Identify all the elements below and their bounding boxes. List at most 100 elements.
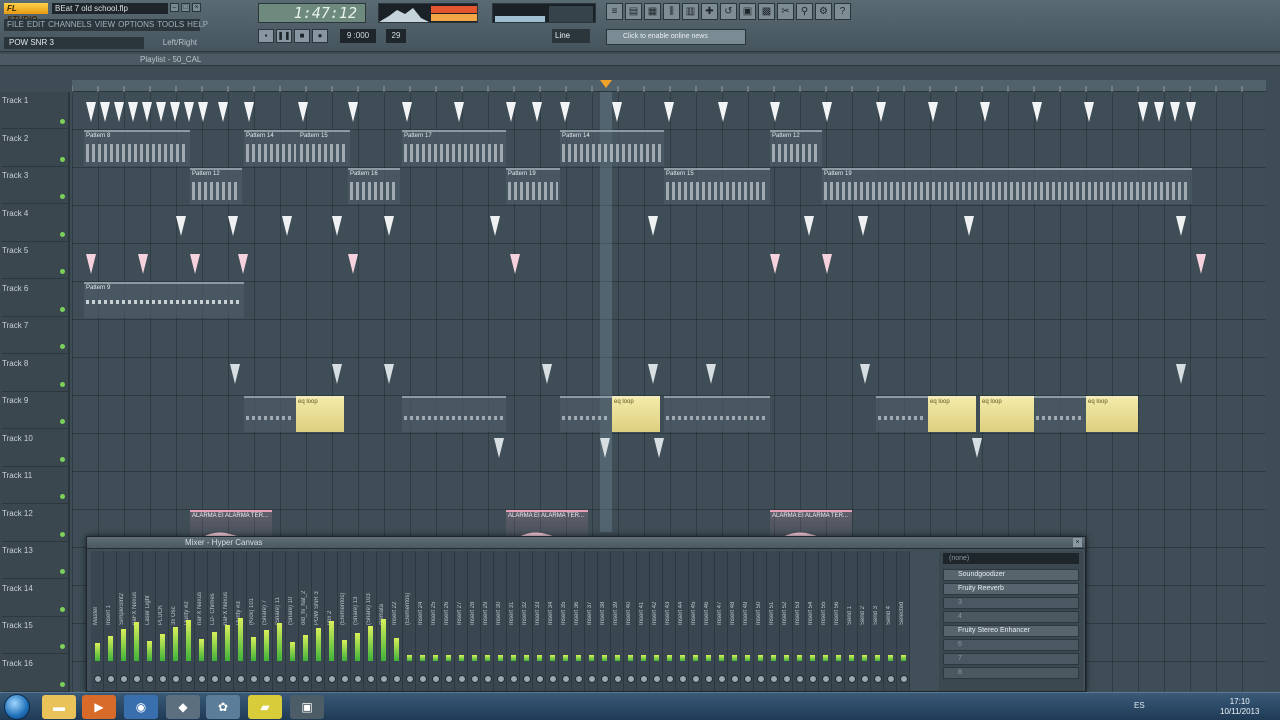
mixer-track[interactable]: clemata [377,551,390,691]
pan-knob[interactable] [432,675,440,683]
drum-hit[interactable] [176,216,186,236]
pan-knob[interactable] [120,675,128,683]
pan-knob[interactable] [640,675,648,683]
clip[interactable] [876,396,928,432]
mixer-track[interactable]: vox 2 [325,551,338,691]
drum-hit[interactable] [332,364,342,384]
mixer-icon[interactable]: ⫼ [663,3,680,20]
pan-knob[interactable] [770,675,778,683]
tempo-display[interactable]: 9 :000 [340,29,376,43]
start-button[interactable] [4,694,30,720]
pan-knob[interactable] [185,675,193,683]
clip[interactable] [560,396,612,432]
clip[interactable]: Pattern 8 [84,130,190,166]
drum-hit[interactable] [532,102,542,122]
clip-audio[interactable]: eq loop [928,396,976,432]
pan-knob[interactable] [471,675,479,683]
drum-hit[interactable] [128,102,138,122]
mixer-track[interactable]: riaFX Nexus [130,551,143,691]
track-enable-led[interactable] [60,569,65,574]
track-header[interactable]: Track 9 [2,392,68,429]
track-enable-led[interactable] [60,606,65,612]
clip-audio[interactable]: eq loop [980,396,1034,432]
undo-icon[interactable]: ↺ [720,3,737,20]
mixer-track[interactable]: Insert 27 [455,551,468,691]
piano-roll-icon[interactable]: ▤ [625,3,642,20]
drum-hit[interactable] [244,102,254,122]
track-enable-led[interactable] [60,494,65,499]
pan-knob[interactable] [146,675,154,683]
mixer-track[interactable]: Insert 28 [468,551,481,691]
mixer-titlebar[interactable]: Mixer - Hyper Canvas × [87,537,1085,549]
track-header[interactable]: Track 5 [2,242,68,279]
mixer-track[interactable]: Insert 50 [754,551,767,691]
track-header[interactable]: Track 11 [2,467,68,504]
drum-hit[interactable] [138,254,148,274]
pan-knob[interactable] [692,675,700,683]
pan-knob[interactable] [900,675,908,683]
drum-hit[interactable] [664,102,674,122]
pan-knob[interactable] [107,675,115,683]
track-enable-led[interactable] [60,681,65,687]
mixer-track[interactable]: Insert 36 [572,551,585,691]
drum-hit[interactable] [718,102,728,122]
fx-slot-8[interactable]: 8 [943,667,1079,679]
track-enable-led[interactable] [60,194,65,199]
drum-hit[interactable] [238,254,248,274]
drum-hit[interactable] [402,102,412,122]
pan-knob[interactable] [614,675,622,683]
magnifier-icon[interactable]: ⚲ [796,3,813,20]
mixer-track[interactable]: Insert 51 [767,551,780,691]
drum-hit[interactable] [184,102,194,122]
drum-hit[interactable] [654,438,664,458]
drum-hit[interactable] [876,102,886,122]
mixer-track[interactable]: Purity #2 [182,551,195,691]
track-enable-led[interactable] [60,644,65,649]
chrome-icon[interactable]: ◉ [124,695,158,719]
menu-tools[interactable]: TOOLS [157,19,184,31]
clock[interactable]: 17:10 10/11/2013 [1220,697,1259,717]
drum-hit[interactable] [348,102,358,122]
drum-hit[interactable] [1176,216,1186,236]
menu-help[interactable]: HELP [187,19,208,31]
mixer-track[interactable]: Insert 25 [429,551,442,691]
drum-hit[interactable] [770,102,780,122]
mixer-track[interactable]: Master [91,551,104,691]
drum-hit[interactable] [804,216,814,236]
drum-hit[interactable] [706,364,716,384]
mixer-track[interactable]: LD- Chimes [208,551,221,691]
pan-knob[interactable] [289,675,297,683]
pan-knob[interactable] [666,675,674,683]
menu-file[interactable]: FILE [7,19,24,31]
mixer-track[interactable]: Insert 26 [442,551,455,691]
online-news-bar[interactable]: Click to enable online news [606,29,746,45]
render-icon[interactable]: ▩ [758,3,775,20]
pan-knob[interactable] [393,675,401,683]
pan-knob[interactable] [601,675,609,683]
track-enable-led[interactable] [60,419,65,424]
menu-options[interactable]: OPTIONS [118,19,154,31]
menu-view[interactable]: VIEW [95,19,115,31]
pan-knob[interactable] [744,675,752,683]
pan-knob[interactable] [458,675,466,683]
drum-hit[interactable] [770,254,780,274]
mixer-track[interactable]: Insert 38 [598,551,611,691]
language-indicator[interactable]: ES [1134,701,1145,710]
mixer-track[interactable]: Insert 54 [806,551,819,691]
drum-hit[interactable] [506,102,516,122]
drum-hit[interactable] [1176,364,1186,384]
pan-knob[interactable] [211,675,219,683]
drum-hit[interactable] [218,102,228,122]
pan-knob[interactable] [627,675,635,683]
mixer-track[interactable]: (Snare) 11 [273,551,286,691]
drum-hit[interactable] [384,364,394,384]
clip[interactable] [664,396,770,432]
drum-hit[interactable] [964,216,974,236]
pan-knob[interactable] [94,675,102,683]
drum-hit[interactable] [648,364,658,384]
play-button[interactable]: ❚❚ [276,29,292,43]
pan-knob[interactable] [380,675,388,683]
clip-audio[interactable]: eq loop [612,396,660,432]
snap-selector[interactable]: Line [552,29,590,43]
pan-knob[interactable] [159,675,167,683]
